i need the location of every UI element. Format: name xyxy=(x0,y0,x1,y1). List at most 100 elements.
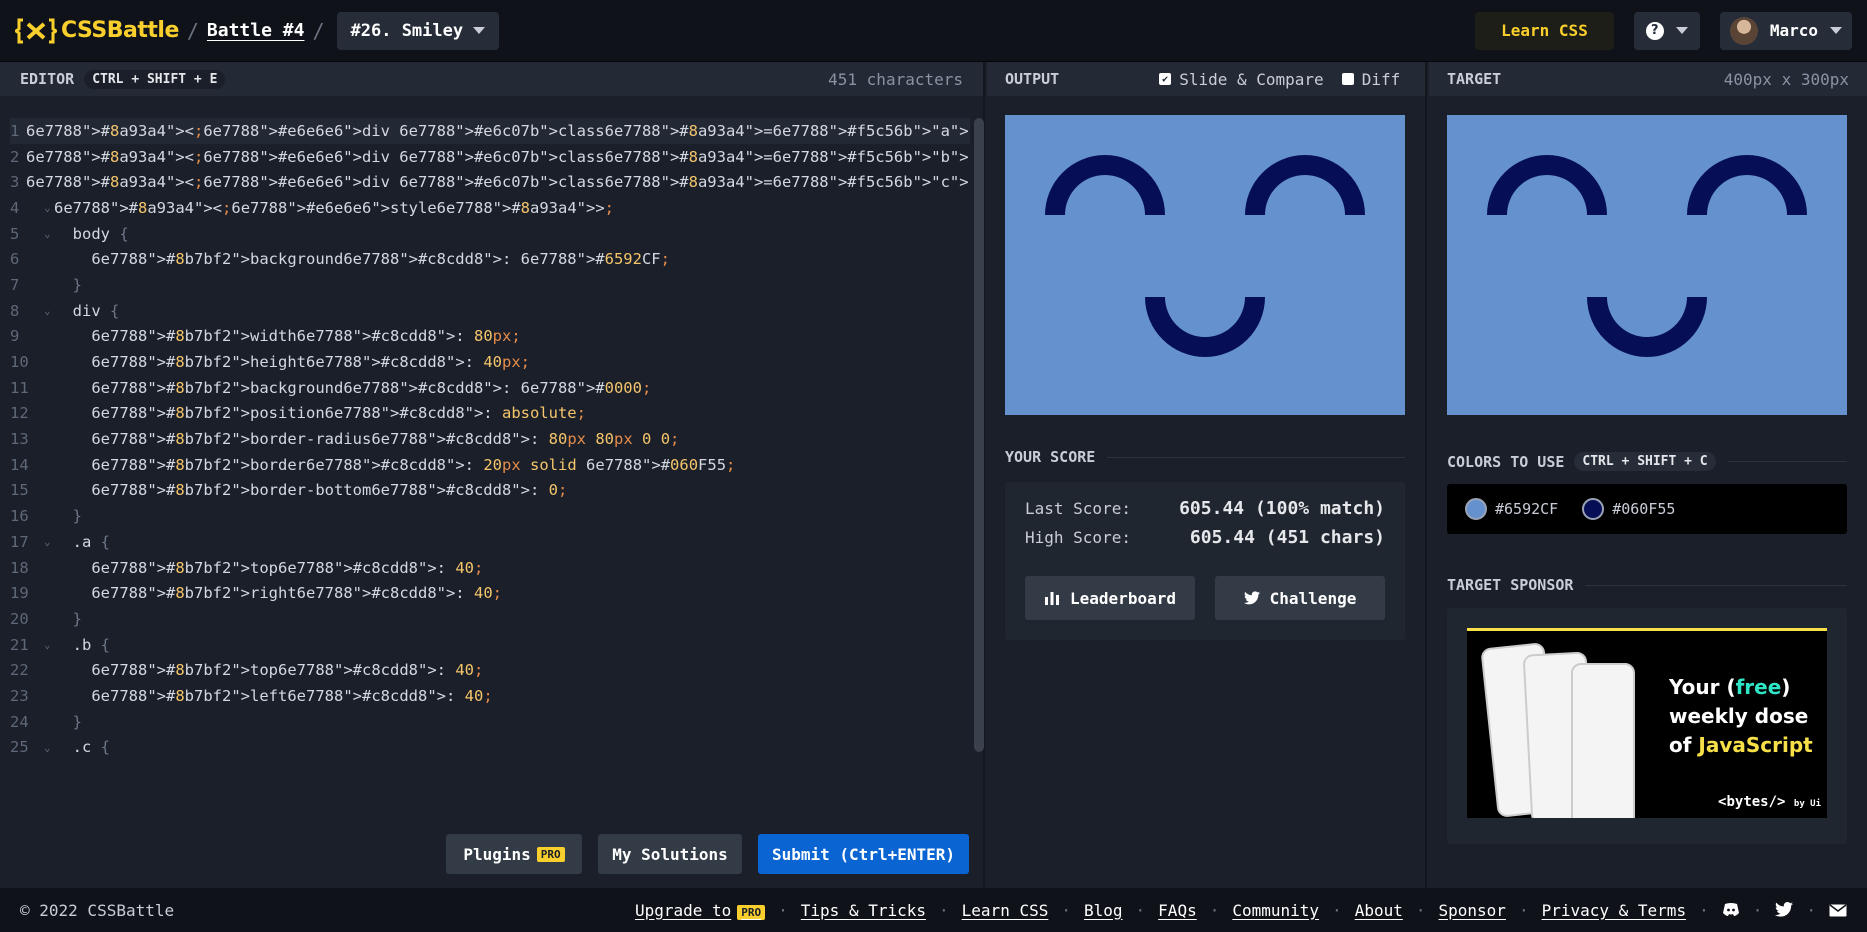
line-number: 1 xyxy=(10,121,20,140)
code-line[interactable]: 4 ⌄ 6e7788">#8a93a4"><;6e7788">#e6e6e6">st… xyxy=(10,195,970,221)
copyright: © 2022 CSSBattle xyxy=(20,900,175,920)
line-number: 9 xyxy=(10,327,20,346)
footer-link-upgrade-to[interactable]: Upgrade to PRO xyxy=(635,901,766,920)
leaderboard-button[interactable]: Leaderboard xyxy=(1025,576,1195,620)
footer-link-community[interactable]: Community xyxy=(1232,901,1319,920)
code-text: 6e7788">#8b7bf2">top6e7788">#c8cdd8">: 4… xyxy=(91,661,484,680)
code-line[interactable]: 18 6e7788">#8b7bf2">top6e7788">#c8cdd8">… xyxy=(10,555,970,581)
line-number: 11 xyxy=(10,378,29,397)
editor-scrollbar[interactable] xyxy=(974,118,984,752)
top-bar: CSSBattle / Battle #4 / #26. Smiley Lear… xyxy=(0,0,1867,62)
submit-button[interactable]: Submit (Ctrl+ENTER) xyxy=(758,834,969,874)
fold-chevron-icon[interactable]: ⌄ xyxy=(44,304,54,317)
footer-link-blog[interactable]: Blog xyxy=(1084,901,1123,920)
code-line[interactable]: 23 6e7788">#8b7bf2">left6e7788">#c8cdd8"… xyxy=(10,683,970,709)
code-text: 6e7788">#8a93a4"><;6e7788">#e6e6e6">div … xyxy=(25,121,970,140)
footer-link-about[interactable]: About xyxy=(1355,901,1403,920)
fold-chevron-icon[interactable]: ⌄ xyxy=(44,227,54,240)
user-menu-button[interactable]: Marco xyxy=(1719,11,1852,50)
slide-compare-toggle[interactable]: ✔ Slide & Compare xyxy=(1159,70,1324,89)
color-swatch[interactable]: #060F55 xyxy=(1582,498,1675,520)
fold-chevron-icon[interactable]: ⌄ xyxy=(44,535,54,548)
fold-chevron-icon xyxy=(19,150,26,163)
code-line[interactable]: 20 } xyxy=(10,606,970,632)
logo-brackets-icon xyxy=(15,18,57,43)
target-right-eye xyxy=(1687,155,1807,215)
code-line[interactable]: 1 6e7788">#8a93a4"><;6e7788">#e6e6e6">di… xyxy=(10,118,970,144)
code-line[interactable]: 24 } xyxy=(10,709,970,735)
code-line[interactable]: 7 } xyxy=(10,272,970,298)
challenge-dropdown[interactable]: #26. Smiley xyxy=(336,11,500,50)
target-left-eye xyxy=(1487,155,1607,215)
sponsor-title: TARGET SPONSOR xyxy=(1447,576,1574,594)
character-count: 451 characters xyxy=(828,69,963,89)
footer-link-tips-tricks[interactable]: Tips & Tricks xyxy=(801,901,926,920)
last-score-row: Last Score: 605.44 (100% match) xyxy=(1025,498,1385,519)
footer-link-faqs[interactable]: FAQs xyxy=(1158,901,1197,920)
fold-chevron-icon xyxy=(44,330,54,343)
color-code: #060F55 xyxy=(1612,500,1676,518)
checkbox-unchecked-icon xyxy=(1341,73,1354,85)
footer-link-learn-css[interactable]: Learn CSS xyxy=(962,901,1049,920)
ad-brand-name: <bytes/> xyxy=(1718,794,1786,810)
code-line[interactable]: 14 6e7788">#8b7bf2">border6e7788">#c8cdd… xyxy=(10,452,970,478)
fold-chevron-icon xyxy=(19,124,26,137)
code-line[interactable]: 8 ⌄ div { xyxy=(10,298,970,324)
code-line[interactable]: 2 6e7788">#8a93a4"><;6e7788">#e6e6e6">di… xyxy=(10,144,970,170)
code-line[interactable]: 15 6e7788">#8b7bf2">border-bottom6e7788"… xyxy=(10,478,970,504)
footer-link-privacy-terms[interactable]: Privacy & Terms xyxy=(1542,901,1687,920)
my-solutions-button[interactable]: My Solutions xyxy=(598,834,742,874)
code-line[interactable]: 9 6e7788">#8b7bf2">width6e7788">#c8cdd8"… xyxy=(10,324,970,350)
target-mouth xyxy=(1587,297,1707,357)
plugins-button[interactable]: Plugins PRO xyxy=(446,834,582,874)
footer-separator: · xyxy=(1752,900,1763,920)
footer-link-sponsor[interactable]: Sponsor xyxy=(1439,901,1506,920)
code-line[interactable]: 16 } xyxy=(10,503,970,529)
battle-link[interactable]: Battle #4 xyxy=(207,20,305,41)
mail-icon[interactable] xyxy=(1829,902,1847,918)
help-menu-button[interactable]: ? xyxy=(1633,11,1700,50)
diff-toggle[interactable]: Diff xyxy=(1341,70,1400,89)
fold-chevron-icon[interactable]: ⌄ xyxy=(44,741,54,754)
fold-chevron-icon[interactable]: ⌄ xyxy=(44,201,54,214)
target-canvas[interactable] xyxy=(1447,115,1847,415)
line-number: 15 xyxy=(10,481,29,500)
pro-badge: PRO xyxy=(737,904,766,920)
line-number: 18 xyxy=(10,558,29,577)
cssbattle-logo[interactable]: CSSBattle xyxy=(15,18,179,44)
fold-chevron-icon xyxy=(44,510,54,523)
color-swatch[interactable]: #6592CF xyxy=(1465,498,1558,520)
code-line[interactable]: 12 6e7788">#8b7bf2">position6e7788">#c8c… xyxy=(10,401,970,427)
target-dimensions: 400px x 300px xyxy=(1723,69,1849,89)
code-line[interactable]: 3 6e7788">#8a93a4"><;6e7788">#e6e6e6">di… xyxy=(10,169,970,195)
code-line[interactable]: 11 6e7788">#8b7bf2">background6e7788">#c… xyxy=(10,375,970,401)
discord-icon[interactable] xyxy=(1722,902,1740,918)
output-canvas[interactable] xyxy=(1005,115,1405,415)
code-line[interactable]: 21 ⌄ .b { xyxy=(10,632,970,658)
code-text: 6e7788">#8b7bf2">background6e7788">#c8cd… xyxy=(91,250,670,269)
fold-chevron-icon xyxy=(19,176,26,189)
fold-chevron-icon xyxy=(44,253,54,266)
code-line[interactable]: 19 6e7788">#8b7bf2">right6e7788">#c8cdd8… xyxy=(10,580,970,606)
code-line[interactable]: 22 6e7788">#8b7bf2">top6e7788">#c8cdd8">… xyxy=(10,657,970,683)
challenge-button[interactable]: Challenge xyxy=(1215,576,1385,620)
code-line[interactable]: 25 ⌄ .c { xyxy=(10,735,970,759)
last-score-label: Last Score: xyxy=(1025,499,1131,518)
code-editor[interactable]: 1 6e7788">#8a93a4"><;6e7788">#e6e6e6">di… xyxy=(10,118,970,758)
fold-chevron-icon[interactable]: ⌄ xyxy=(44,638,54,651)
editor-title: EDITOR xyxy=(20,70,75,88)
code-line[interactable]: 17 ⌄ .a { xyxy=(10,529,970,555)
code-line[interactable]: 5 ⌄ body { xyxy=(10,221,970,247)
ad-text: of xyxy=(1669,733,1699,757)
fold-chevron-icon xyxy=(44,664,54,677)
code-line[interactable]: 13 6e7788">#8b7bf2">border-radius6e7788"… xyxy=(10,426,970,452)
divider xyxy=(1727,461,1847,462)
twitter-icon[interactable] xyxy=(1775,902,1794,918)
sponsor-ad[interactable]: Your (free) weekly dose of JavaScript <b… xyxy=(1467,628,1827,818)
learn-css-button[interactable]: Learn CSS xyxy=(1475,11,1614,50)
code-line[interactable]: 10 6e7788">#8b7bf2">height6e7788">#c8cdd… xyxy=(10,349,970,375)
code-line[interactable]: 6 6e7788">#8b7bf2">background6e7788">#c8… xyxy=(10,246,970,272)
line-number: 12 xyxy=(10,404,29,423)
target-header: TARGET 400px x 300px xyxy=(1429,62,1867,96)
line-number: 2 xyxy=(10,147,20,166)
